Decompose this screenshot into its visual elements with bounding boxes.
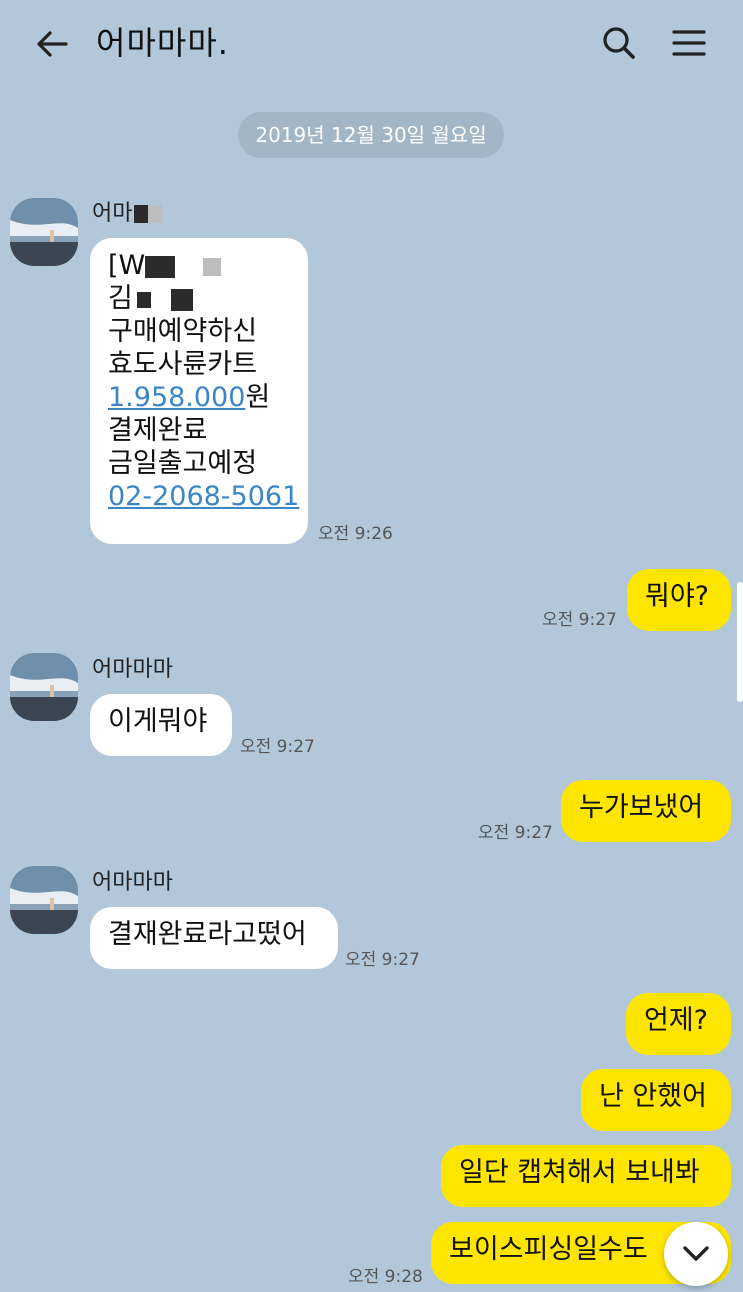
redaction-mark (145, 255, 176, 278)
message-bubble[interactable]: [W 김 구매예약하신 효도사륜카트 1.958.000원 결제완료 금일출고예… (90, 238, 308, 544)
redaction-mark (136, 291, 151, 308)
message-time: 오전 9:27 (345, 950, 420, 970)
message-line: 결제완료 (108, 415, 208, 446)
date-divider: 2019년 12월 30일 월요일 (238, 112, 504, 158)
sender-name: 어마 (92, 200, 163, 228)
message-time: 오전 9:26 (318, 524, 393, 544)
message-bubble[interactable]: 이게뭐야 (90, 694, 232, 756)
scroll-to-bottom-button[interactable] (664, 1222, 728, 1286)
message-line: 구매예약하신 (108, 316, 258, 347)
search-button[interactable] (596, 20, 642, 66)
arrow-left-icon (37, 31, 68, 57)
search-icon (603, 27, 635, 59)
back-button[interactable] (30, 22, 74, 66)
message-bubble[interactable]: 일단 캡쳐해서 보내봐 (441, 1145, 731, 1207)
redaction-mark (203, 257, 222, 276)
avatar[interactable] (10, 653, 78, 721)
avatar[interactable] (10, 866, 78, 934)
message-bubble[interactable]: 난 안했어 (581, 1069, 731, 1131)
scrollbar[interactable] (737, 582, 743, 702)
message-line: 금일출고예정 (108, 448, 258, 479)
sender-name: 어마마마 (92, 657, 173, 682)
message-line: 김 (108, 282, 290, 315)
message-line: [W (108, 249, 290, 282)
message-line: 1.958.000원 (108, 382, 271, 413)
redaction-mark (134, 205, 149, 223)
chevron-down-icon (683, 1246, 709, 1261)
avatar[interactable] (10, 198, 78, 266)
hamburger-menu-icon (672, 30, 706, 56)
message-line: 효도사륜카트 (108, 349, 258, 380)
amount-link[interactable]: 1.958.000 (108, 382, 245, 413)
sender-name: 어마마마 (92, 870, 173, 895)
message-time: 오전 9:27 (240, 737, 315, 757)
message-time: 오전 9:27 (542, 610, 617, 630)
redaction-mark (148, 205, 163, 223)
message-bubble[interactable]: 누가보냈어 (561, 780, 731, 842)
chat-header: 어마마마. (0, 0, 743, 90)
message-bubble[interactable]: 결재완료라고떴어 (90, 907, 338, 969)
chat-title: 어마마마. (96, 24, 229, 62)
redaction-mark (170, 288, 193, 311)
menu-button[interactable] (666, 20, 712, 66)
message-time: 오전 9:28 (348, 1267, 423, 1287)
message-bubble[interactable]: 언제? (626, 993, 731, 1055)
phone-link[interactable]: 02-2068-5061 (108, 480, 299, 513)
message-bubble[interactable]: 뭐야? (627, 569, 731, 631)
message-time: 오전 9:27 (478, 823, 553, 843)
